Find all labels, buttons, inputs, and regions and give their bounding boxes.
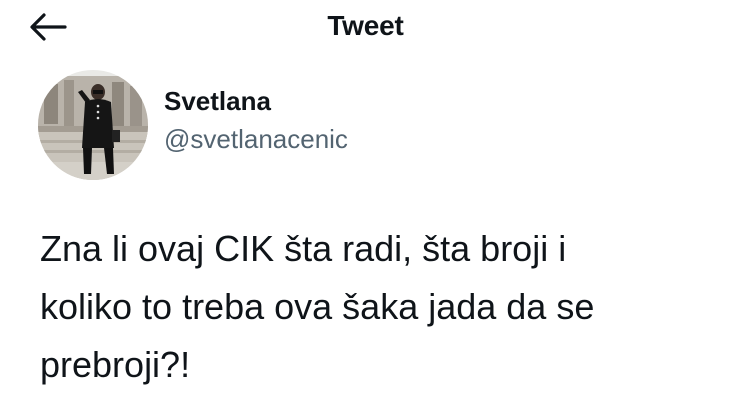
author-display-name[interactable]: Svetlana — [164, 84, 348, 118]
tweet-text: Zna li ovaj CIK šta radi, šta broji i ko… — [40, 228, 595, 385]
profile-photo — [38, 70, 148, 180]
author-names: Svetlana @svetlanacenic — [164, 84, 348, 156]
page-title: Tweet — [327, 10, 404, 41]
tweet-author: Svetlana @svetlanacenic — [38, 70, 348, 180]
author-handle[interactable]: @svetlanacenic — [164, 122, 348, 156]
top-bar: Tweet — [0, 0, 731, 56]
avatar[interactable] — [38, 70, 148, 180]
